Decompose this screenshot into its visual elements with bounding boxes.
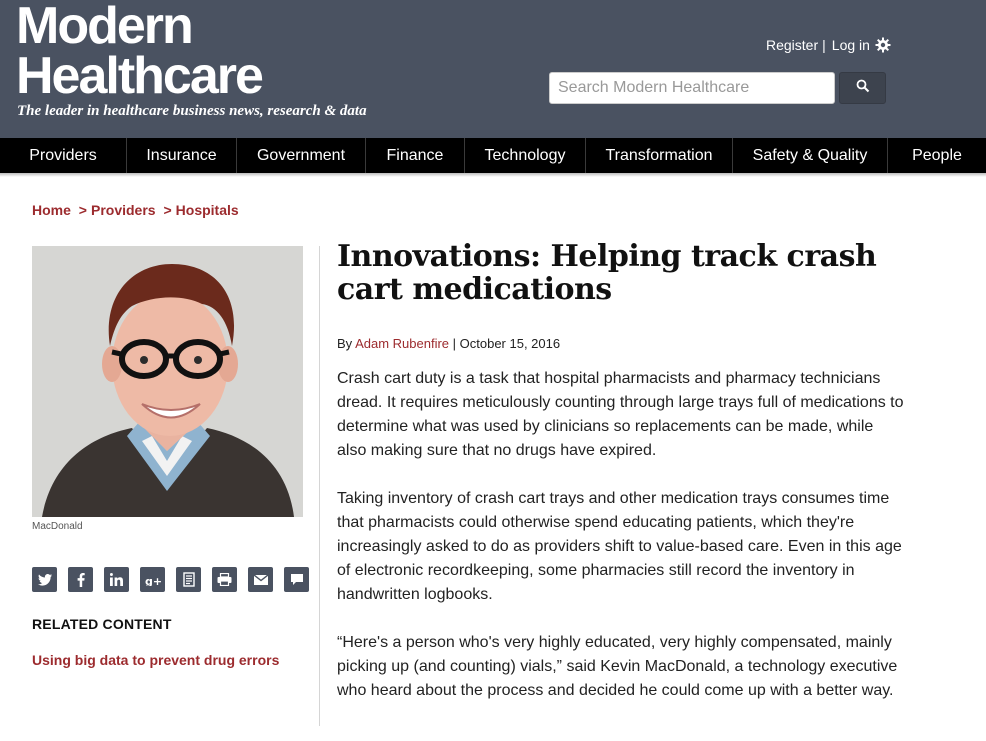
logo-modern[interactable]: Modern — [16, 0, 194, 54]
user-links-separator: | — [822, 37, 826, 53]
breadcrumb-separator: > — [163, 202, 172, 218]
breadcrumb-home[interactable]: Home — [32, 202, 71, 218]
search-icon — [856, 79, 870, 98]
article-headline: Innovations: Helping track crash cart me… — [337, 239, 877, 307]
nav-item-government[interactable]: Government — [237, 138, 366, 173]
author-photo — [32, 246, 303, 517]
nav-item-people[interactable]: People — [888, 138, 986, 173]
masthead: Modern Healthcare The leader in healthca… — [0, 0, 986, 138]
comment-icon[interactable] — [284, 567, 309, 592]
tagline: The leader in healthcare business news, … — [17, 103, 367, 119]
related-content-heading: RELATED CONTENT — [32, 616, 172, 632]
breadcrumb: Home > Providers > Hospitals — [32, 202, 239, 218]
twitter-icon[interactable] — [32, 567, 57, 592]
nav-item-transformation[interactable]: Transformation — [586, 138, 733, 173]
nav-item-technology[interactable]: Technology — [465, 138, 586, 173]
facebook-icon[interactable] — [68, 567, 93, 592]
logo-healthcare[interactable]: Healthcare — [16, 48, 264, 104]
breadcrumb-separator: > — [78, 202, 87, 218]
article-paragraph: Taking inventory of crash cart trays and… — [337, 490, 902, 603]
search-button[interactable] — [839, 72, 886, 104]
related-content-link[interactable]: Using big data to prevent drug errors — [32, 652, 279, 668]
user-links: Register | Log in — [766, 37, 891, 53]
reprint-icon[interactable] — [176, 567, 201, 592]
print-icon[interactable] — [212, 567, 237, 592]
login-link[interactable]: Log in — [832, 37, 870, 53]
linkedin-icon[interactable] — [104, 567, 129, 592]
search-input[interactable] — [549, 72, 835, 104]
article-paragraph: “Here's a person who's very highly educa… — [337, 634, 898, 699]
nav-item-providers[interactable]: Providers — [0, 138, 127, 173]
breadcrumb-providers[interactable]: Providers — [91, 202, 156, 218]
breadcrumb-hospitals[interactable]: Hospitals — [176, 202, 239, 218]
share-toolbar: g+ — [32, 567, 309, 592]
nav-item-safety-quality[interactable]: Safety & Quality — [733, 138, 888, 173]
main-nav: Providers Insurance Government Finance T… — [0, 138, 986, 173]
byline: By Adam Rubenfire | October 15, 2016 — [337, 336, 560, 351]
email-icon[interactable] — [248, 567, 273, 592]
google-plus-icon[interactable]: g+ — [140, 567, 165, 592]
article-paragraph: Crash cart duty is a task that hospital … — [337, 370, 904, 459]
author-link[interactable]: Adam Rubenfire — [355, 336, 449, 351]
nav-shadow — [0, 173, 986, 177]
nav-item-insurance[interactable]: Insurance — [127, 138, 237, 173]
svg-text:g+: g+ — [145, 575, 161, 586]
register-link[interactable]: Register — [766, 37, 818, 53]
byline-by: By — [337, 336, 353, 351]
gear-icon[interactable] — [875, 37, 891, 53]
column-divider — [319, 246, 320, 726]
publish-date: | October 15, 2016 — [452, 336, 561, 351]
photo-caption: MacDonald — [32, 521, 83, 532]
nav-item-finance[interactable]: Finance — [366, 138, 465, 173]
